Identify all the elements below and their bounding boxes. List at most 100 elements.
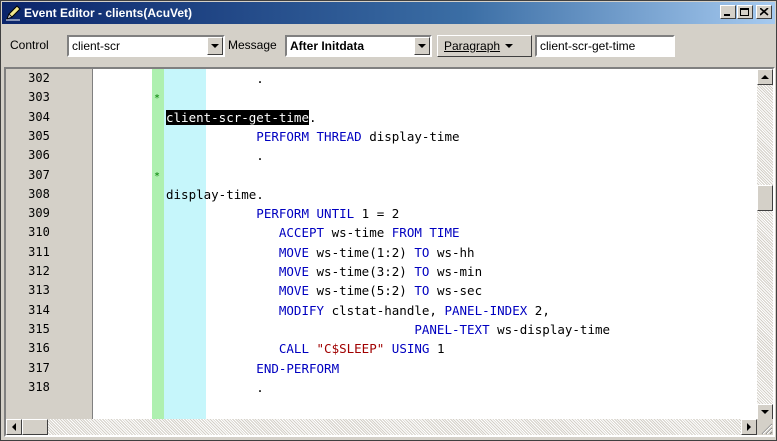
code-token: . xyxy=(166,148,264,164)
code-line[interactable]: MOVE ws-time(3:2) TO ws-min xyxy=(166,264,482,279)
maximize-button[interactable] xyxy=(737,5,753,19)
code-line[interactable]: CALL "C$SLEEP" USING 1 xyxy=(166,341,445,357)
line-number: 308 xyxy=(28,186,50,201)
code-token: END-PERFORM xyxy=(166,360,340,376)
line-number: 315 xyxy=(28,321,50,336)
line-number: 316 xyxy=(28,341,50,356)
title-bar[interactable]: Event Editor - clients(AcuVet) xyxy=(2,2,775,24)
chevron-down-icon xyxy=(418,44,426,48)
line-number: 305 xyxy=(28,128,50,143)
code-line[interactable]: . xyxy=(166,148,264,163)
code-token: PANEL-INDEX xyxy=(444,302,528,318)
code-token: 2, xyxy=(527,302,550,318)
horizontal-scrollbar[interactable] xyxy=(6,419,757,435)
vertical-scroll-thumb[interactable] xyxy=(757,185,773,211)
code-token: . xyxy=(309,109,317,125)
code-token: ACCEPT xyxy=(166,225,325,241)
scroll-left-button[interactable] xyxy=(6,419,22,435)
code-token: clstat-handle, xyxy=(324,302,445,318)
minimize-button[interactable] xyxy=(720,5,736,19)
close-icon xyxy=(759,8,769,16)
code-token: MOVE xyxy=(166,283,309,299)
resize-grip-icon xyxy=(761,423,773,435)
code-line[interactable]: MOVE ws-time(5:2) TO ws-sec xyxy=(166,283,482,298)
message-value: After Initdata xyxy=(290,39,365,53)
code-line[interactable]: . xyxy=(166,71,264,86)
code-token: "C$SLEEP" xyxy=(309,341,385,357)
code-token: CALL xyxy=(166,341,309,357)
scroll-right-button[interactable] xyxy=(741,419,757,435)
code-line[interactable]: PANEL-TEXT ws-display-time xyxy=(166,322,610,337)
arrow-up-icon xyxy=(761,75,769,79)
line-number: 317 xyxy=(28,360,50,375)
window-title: Event Editor - clients(AcuVet) xyxy=(24,6,193,20)
comment-marker: * xyxy=(154,93,161,105)
line-number: 309 xyxy=(28,206,50,221)
toolbar: Control client-scr Message After Initdat… xyxy=(2,35,775,57)
horizontal-scroll-thumb[interactable] xyxy=(22,419,48,435)
arrow-right-icon xyxy=(747,423,751,431)
code-editor[interactable]: 302 303 304 305 306 307 308 309 310 311 312 313 314 3… xyxy=(4,67,775,437)
scroll-up-button[interactable] xyxy=(757,69,773,85)
sequence-area-stripe xyxy=(152,69,164,420)
line-number: 302 xyxy=(28,71,50,85)
code-token: USING xyxy=(384,341,430,357)
paragraph-button[interactable]: Paragraph xyxy=(437,35,532,57)
code-token: PERFORM THREAD xyxy=(166,128,362,144)
control-combo[interactable]: client-scr xyxy=(67,35,225,57)
control-dropdown-button[interactable] xyxy=(207,37,223,55)
message-dropdown-button[interactable] xyxy=(414,37,430,55)
arrow-down-icon xyxy=(761,410,769,414)
code-token: ws-min xyxy=(429,264,483,279)
code-token: PANEL-TEXT xyxy=(166,321,490,337)
code-line[interactable]: PERFORM UNTIL 1 = 2 xyxy=(166,206,399,221)
code-token: ws-time(3:2) xyxy=(309,264,415,279)
code-token: 1 xyxy=(429,341,445,357)
paragraph-field[interactable]: client-scr-get-time xyxy=(535,35,675,57)
code-token: MOVE xyxy=(166,244,309,260)
code-token: FROM TIME xyxy=(391,225,460,241)
code-token: . xyxy=(166,379,264,395)
code-token: ws-time(5:2) xyxy=(309,283,415,299)
event-editor-window: Event Editor - clients(AcuVet) Control c… xyxy=(0,0,777,441)
code-line[interactable]: . xyxy=(166,380,264,395)
code-token: MODIFY xyxy=(166,302,325,318)
paragraph-button-label: Paragraph xyxy=(444,39,501,53)
comment-marker: * xyxy=(154,170,161,182)
line-number: 306 xyxy=(28,148,50,163)
code-line[interactable]: PERFORM THREAD display-time xyxy=(166,128,459,144)
code-line[interactable]: client-scr-get-time. xyxy=(166,109,317,125)
code-line[interactable]: END-PERFORM xyxy=(166,361,339,376)
code-token: ws-time xyxy=(324,225,392,241)
code-line[interactable]: display-time. xyxy=(166,187,264,202)
code-token: ws-display-time xyxy=(489,321,611,337)
code-token: MOVE xyxy=(166,264,309,279)
line-number: 312 xyxy=(28,264,50,278)
minimize-icon xyxy=(724,14,730,16)
line-number: 318 xyxy=(28,379,50,394)
code-token: 1 = 2 xyxy=(354,206,400,222)
line-number: 314 xyxy=(28,302,50,317)
control-value: client-scr xyxy=(72,39,121,53)
line-number: 310 xyxy=(28,225,50,240)
code-token: ws-time(1:2) xyxy=(309,244,415,260)
line-number: 311 xyxy=(28,244,50,259)
code-line[interactable]: ACCEPT ws-time FROM TIME xyxy=(166,225,460,240)
line-number: 307 xyxy=(28,167,50,182)
maximize-icon xyxy=(740,7,749,16)
code-token: display-time. xyxy=(166,186,264,202)
close-button[interactable] xyxy=(756,5,772,19)
code-token: TO xyxy=(414,283,430,299)
message-combo[interactable]: After Initdata xyxy=(285,35,432,57)
vertical-scrollbar[interactable] xyxy=(757,69,773,420)
code-line[interactable]: MODIFY clstat-handle, PANEL-INDEX 2, xyxy=(166,303,550,318)
code-line[interactable]: MOVE ws-time(1:2) TO ws-hh xyxy=(166,245,475,260)
arrow-left-icon xyxy=(12,423,16,431)
scroll-down-button[interactable] xyxy=(757,404,773,420)
code-token: ws-sec xyxy=(429,283,483,299)
selected-text: client-scr-get-time xyxy=(166,109,309,125)
pencil-icon xyxy=(6,5,21,21)
message-label: Message xyxy=(228,38,277,52)
code-token: TO xyxy=(414,244,430,260)
resize-grip[interactable] xyxy=(757,419,773,435)
